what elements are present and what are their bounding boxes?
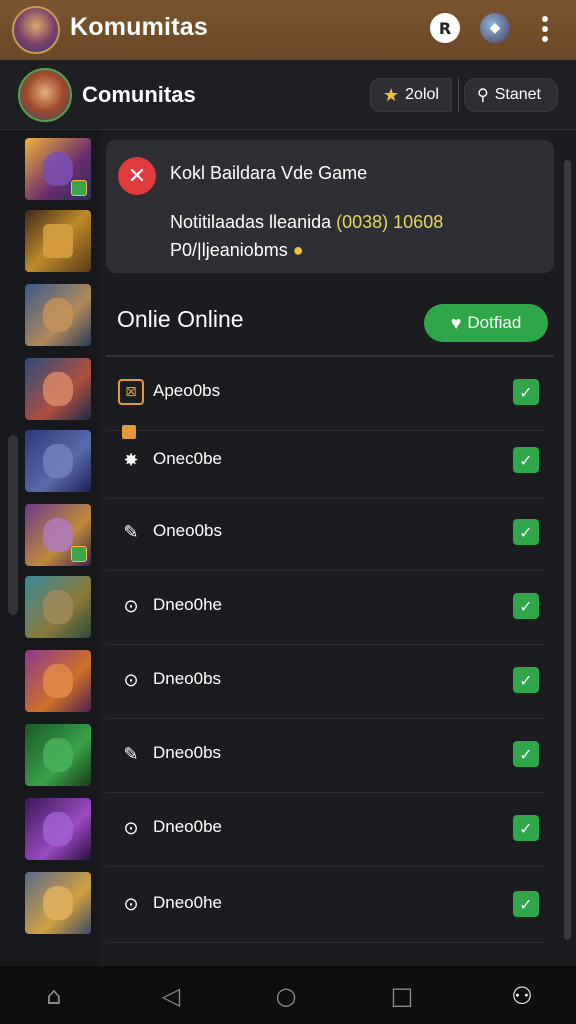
member-badge-icon: ✎ bbox=[123, 521, 139, 543]
bottom-navigation: ⌂ ◁ ○ □ ⚇ bbox=[0, 966, 576, 1024]
member-name: Apeo0bs bbox=[153, 381, 221, 400]
star-icon: ★ bbox=[383, 84, 400, 105]
member-name: Dneo0bs bbox=[153, 669, 222, 688]
profile-icon[interactable]: ⚇ bbox=[506, 980, 538, 1012]
heart-icon: ♥ bbox=[450, 312, 462, 333]
checkbox-checked[interactable]: ✓ bbox=[513, 593, 539, 619]
game-thumb-7[interactable] bbox=[25, 576, 91, 638]
emoji-icon: ● bbox=[292, 240, 304, 260]
notifications-icon[interactable]: R bbox=[430, 13, 460, 43]
notification-highlight: (0038) 10608 bbox=[336, 212, 444, 232]
game-thumb-5[interactable] bbox=[25, 430, 91, 492]
star-button[interactable]: ★ 2olol bbox=[370, 78, 452, 112]
back-triangle-icon[interactable]: ◁ bbox=[155, 980, 187, 1012]
wrench-icon: ⚲ bbox=[477, 87, 489, 104]
game-thumb-2[interactable] bbox=[25, 210, 91, 272]
checkbox-checked[interactable]: ✓ bbox=[513, 519, 539, 545]
checkbox-checked[interactable]: ✓ bbox=[513, 815, 539, 841]
app-avatar[interactable] bbox=[12, 6, 60, 54]
notification-body-text: Notitilaadas lleanida bbox=[170, 212, 332, 232]
home-circle-icon[interactable]: ○ bbox=[270, 980, 302, 1012]
online-action-button[interactable]: ♥ Dotfiad bbox=[424, 304, 548, 342]
checkbox-checked[interactable]: ✓ bbox=[513, 891, 539, 917]
app-title: Komumitas bbox=[70, 13, 208, 41]
game-thumb-3[interactable] bbox=[25, 284, 91, 346]
checkbox-checked[interactable]: ✓ bbox=[513, 741, 539, 767]
list-item[interactable]: ⊙ Dneo0he ✓ bbox=[106, 869, 546, 943]
star-button-label: 2olol bbox=[405, 86, 439, 103]
profile-avatar-icon[interactable]: ◆ bbox=[480, 13, 510, 43]
checkbox-checked[interactable]: ✓ bbox=[513, 667, 539, 693]
member-name: Dneo0he bbox=[153, 893, 223, 912]
game-sidebar bbox=[0, 130, 100, 965]
member-box-icon: ⊠ bbox=[118, 379, 144, 405]
member-name: Onec0be bbox=[153, 449, 222, 468]
game-thumb-8[interactable] bbox=[25, 650, 91, 712]
header-divider bbox=[458, 78, 459, 112]
member-search-icon: ⊙ bbox=[123, 893, 139, 915]
list-item[interactable]: ✸ Onec0be ✓ bbox=[106, 425, 546, 499]
settings-button-label: Stanet bbox=[494, 86, 541, 103]
app-top-bar: Komumitas R ◆ bbox=[0, 0, 576, 60]
community-title: Comunitas bbox=[82, 82, 196, 107]
member-search-icon: ⊙ bbox=[123, 595, 139, 617]
notification-body: Notitilaadas lleanida (0038) 10608 P0/|l… bbox=[170, 208, 443, 264]
member-name: Dneo0bs bbox=[153, 743, 222, 762]
settings-button[interactable]: ⚲ Stanet bbox=[464, 78, 558, 112]
list-item[interactable]: ✎ Oneo0bs ✓ bbox=[106, 497, 546, 571]
online-section-title: Onlie Online bbox=[117, 306, 244, 332]
list-item[interactable]: ⊙ Dneo0he ✓ bbox=[106, 571, 546, 645]
recents-square-icon[interactable]: □ bbox=[386, 980, 418, 1012]
member-name: Oneo0bs bbox=[153, 521, 222, 540]
member-badge-icon: ✎ bbox=[123, 743, 139, 765]
list-item[interactable]: ⊠ Apeo0bs ✓ bbox=[106, 357, 546, 431]
home-icon[interactable]: ⌂ bbox=[38, 980, 70, 1012]
list-item[interactable]: ⊙ Dneo0bs ✓ bbox=[106, 645, 546, 719]
game-thumb-9[interactable] bbox=[25, 724, 91, 786]
list-item[interactable]: ✎ Dneo0bs ✓ bbox=[106, 719, 546, 793]
list-scrollbar[interactable] bbox=[564, 160, 571, 940]
member-puzzle-icon: ✸ bbox=[123, 449, 139, 471]
notification-title: Kokl Baildara Vde Game bbox=[170, 163, 368, 183]
community-avatar[interactable] bbox=[18, 68, 72, 122]
list-item[interactable]: ⊙ Dneo0be ✓ bbox=[106, 793, 546, 867]
member-search-icon: ⊙ bbox=[123, 669, 139, 691]
new-badge-icon bbox=[122, 425, 136, 439]
checkbox-checked[interactable]: ✓ bbox=[513, 379, 539, 405]
checkbox-checked[interactable]: ✓ bbox=[513, 447, 539, 473]
community-header: Comunitas ★ 2olol ⚲ Stanet bbox=[0, 60, 576, 130]
member-name: Dneo0he bbox=[153, 595, 223, 614]
notification-body-line2: P0/|ljeaniobms bbox=[170, 240, 288, 260]
more-options-icon[interactable] bbox=[533, 14, 557, 44]
game-thumb-6[interactable] bbox=[25, 504, 91, 566]
member-search-icon: ⊙ bbox=[123, 817, 139, 839]
game-thumb-11[interactable] bbox=[25, 872, 91, 934]
member-name: Dneo0be bbox=[153, 817, 223, 836]
game-thumb-1[interactable] bbox=[25, 138, 91, 200]
sidebar-handle[interactable] bbox=[8, 435, 18, 615]
error-close-icon[interactable]: ✕ bbox=[118, 157, 156, 195]
game-thumb-10[interactable] bbox=[25, 798, 91, 860]
game-thumb-4[interactable] bbox=[25, 358, 91, 420]
notification-card[interactable]: ✕ Kokl Baildara Vde Game Notitilaadas ll… bbox=[106, 140, 554, 273]
online-action-label: Dotfiad bbox=[467, 313, 522, 332]
